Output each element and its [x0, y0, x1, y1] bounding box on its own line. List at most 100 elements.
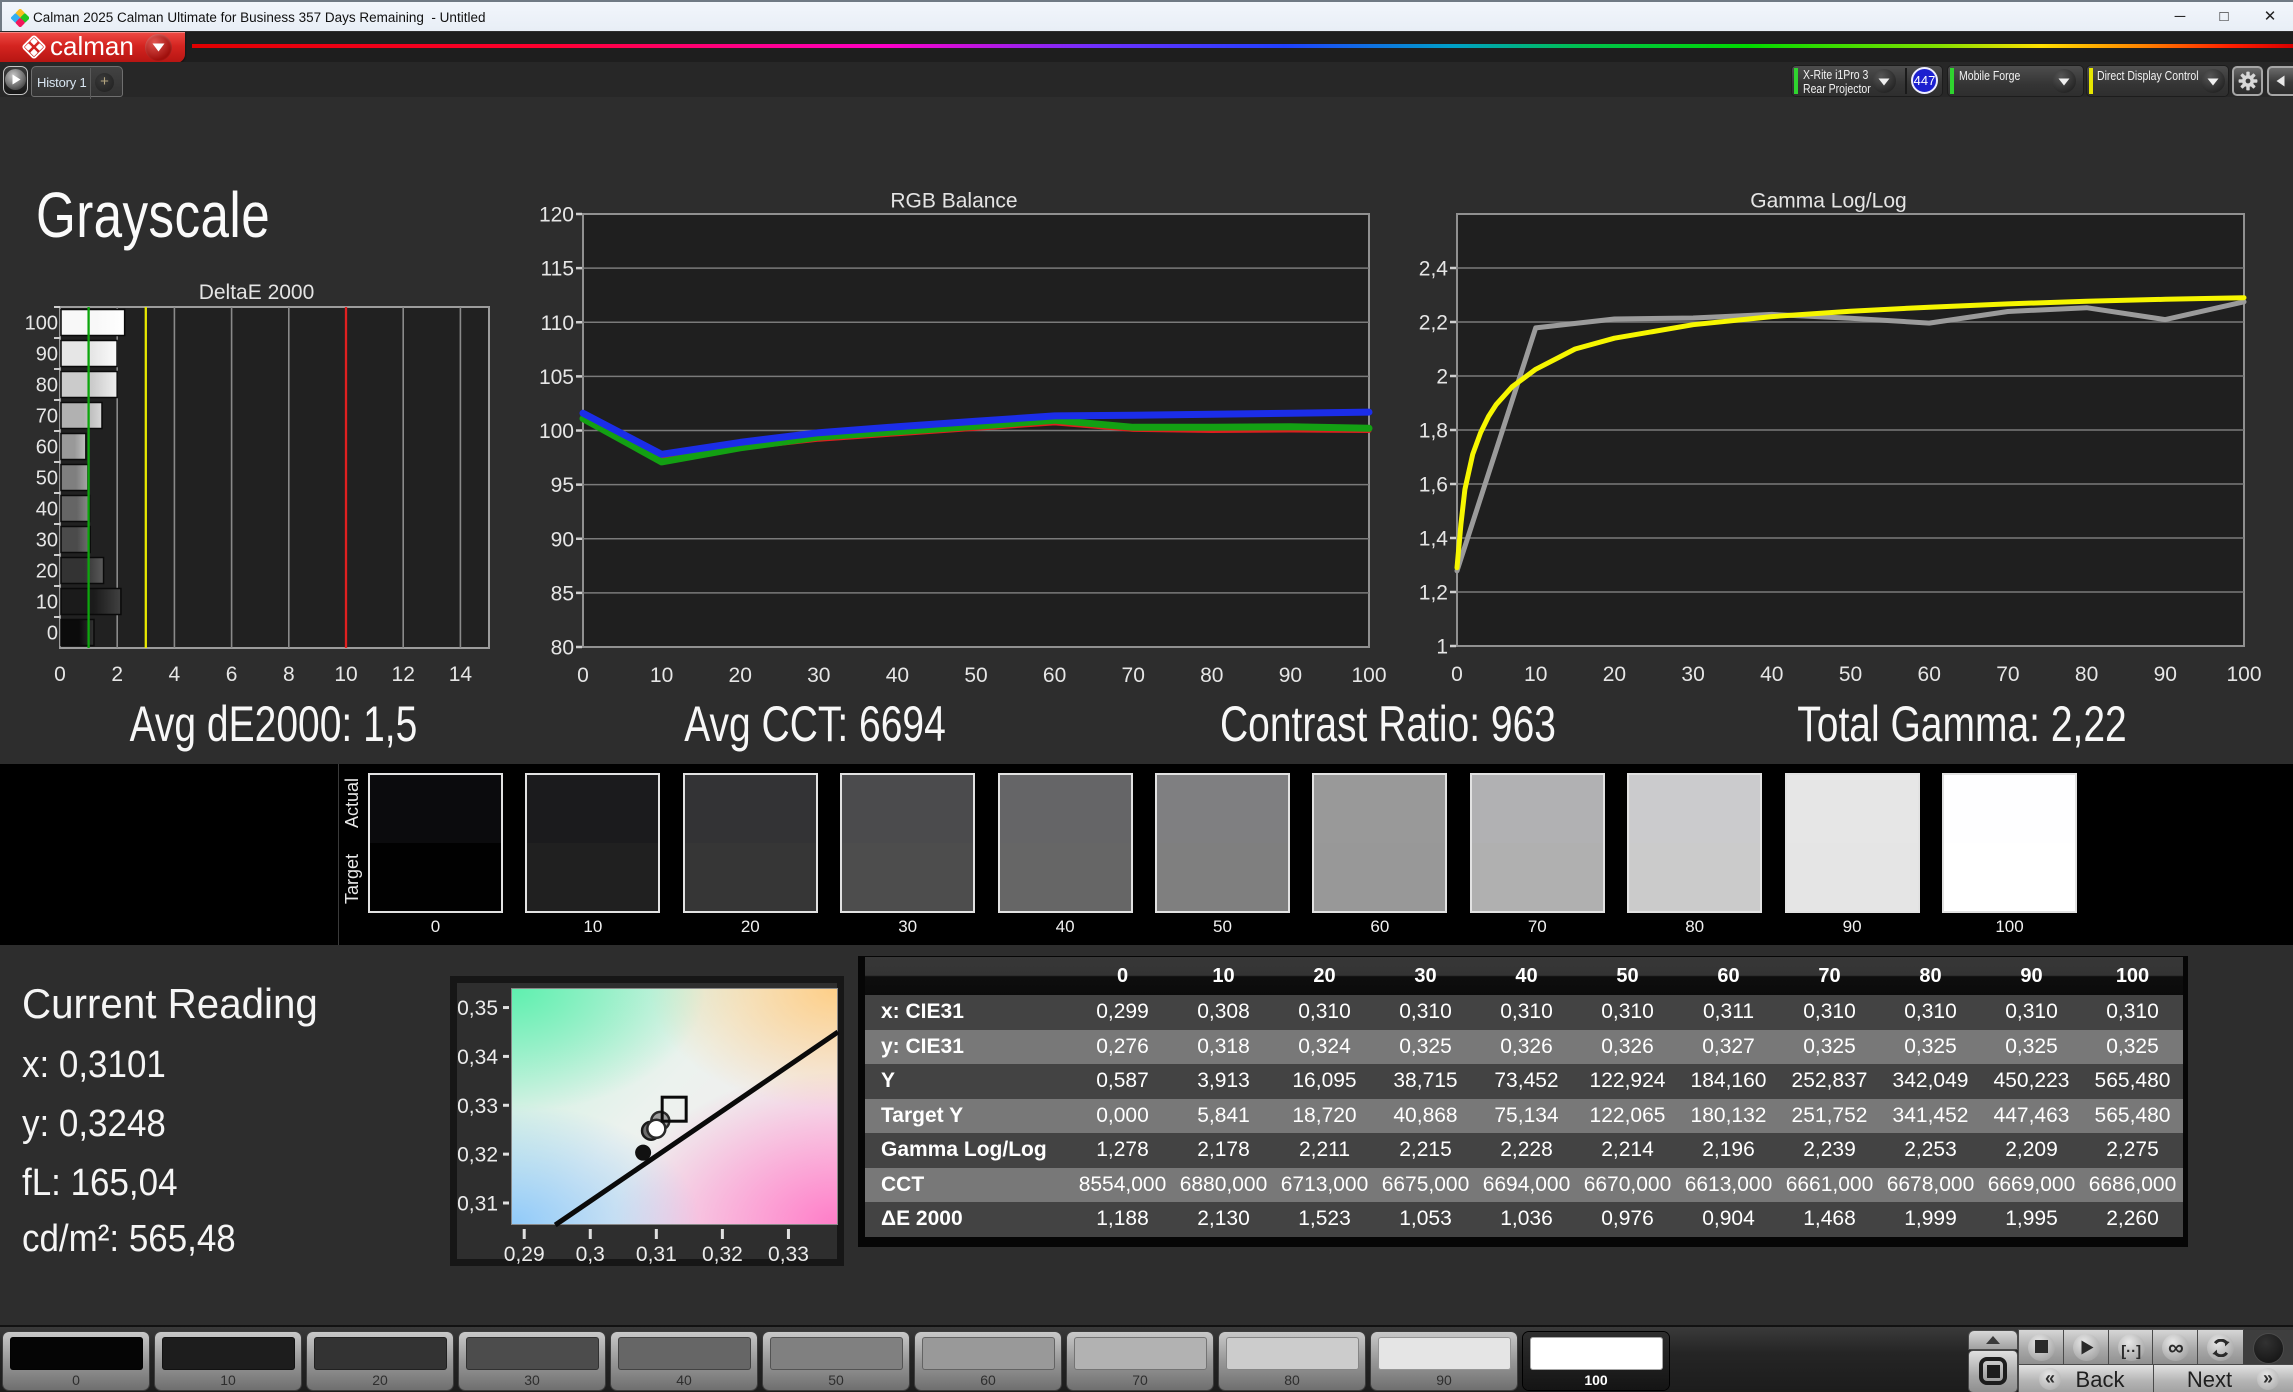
tick-label: 40	[36, 499, 58, 521]
source-dropdown[interactable]: Mobile Forge	[1948, 66, 2083, 96]
tick-label: 0,33	[457, 1095, 498, 1118]
reading-line-0: x: 0,3101	[22, 1044, 166, 1086]
tick-label: 100	[25, 313, 58, 335]
meter-line2: Rear Projector	[1803, 82, 1871, 96]
swatch-target-half	[842, 843, 974, 911]
tick-label: 100	[539, 420, 574, 443]
table-col-header-50: 50	[1577, 957, 1678, 995]
deltae-chart-svg: DeltaE 2000 0 10 20 30 40 50 60 70 80 90 100 0 2 4 6 8 10…	[25, 281, 490, 686]
meter-badge-divider	[1905, 68, 1907, 94]
deltae-bar-30	[60, 525, 91, 554]
play-button[interactable]	[2063, 1330, 2109, 1366]
level-button-20[interactable]: 20	[307, 1332, 453, 1390]
settings-button[interactable]	[2232, 66, 2263, 96]
swatch-level-label: 30	[898, 917, 918, 936]
table-cell: 184,160	[1678, 1064, 1779, 1099]
swatch-70	[1469, 773, 1605, 913]
level-patch	[922, 1337, 1055, 1370]
calman-menu-button[interactable]: calman	[0, 32, 185, 63]
next-button[interactable]: Next »	[2154, 1365, 2293, 1392]
chevron-down-icon	[2058, 78, 2070, 86]
level-button-60[interactable]: 60	[915, 1332, 1061, 1390]
level-button-30[interactable]: 30	[459, 1332, 605, 1390]
add-tab-button[interactable]: +	[95, 73, 114, 92]
chart-title: RGB Balance	[890, 190, 1017, 213]
table-cell: 6694,000	[1476, 1167, 1577, 1202]
stop-button[interactable]	[2019, 1330, 2064, 1366]
current-reading-title: Current Reading	[22, 980, 318, 1027]
tick-label: 4	[169, 663, 181, 686]
target-row-label: Target	[342, 853, 362, 905]
tick-label: 90	[2154, 663, 2177, 686]
tick-label: 100	[1351, 664, 1386, 687]
tick-label: 115	[541, 258, 574, 281]
maximize-button[interactable]: □	[2202, 2, 2246, 33]
table-cell: 40,868	[1375, 1098, 1476, 1133]
back-button[interactable]: «Back	[2019, 1365, 2153, 1392]
infinity-button[interactable]: ∞	[2153, 1330, 2199, 1366]
display-dropdown[interactable]: Direct Display Control	[2087, 66, 2228, 96]
refresh-icon	[2212, 1339, 2230, 1357]
collapse-toolbar-button[interactable]	[1969, 1331, 2017, 1349]
minimize-button[interactable]: ─	[2158, 2, 2202, 33]
source-dropdown-arrow[interactable]	[2052, 69, 2076, 93]
table-cell: 0,327	[1678, 1029, 1779, 1064]
tab-history-1[interactable]: History 1 +	[31, 66, 123, 99]
table-cell: 565,480	[2082, 1098, 2183, 1133]
refresh-button[interactable]	[2198, 1330, 2244, 1366]
collapse-panel-button[interactable]	[2267, 66, 2293, 96]
infinity-button-circle: ∞	[2162, 1334, 2190, 1361]
level-button-10[interactable]: 10	[155, 1332, 301, 1390]
meter-dropdown[interactable]: X-Rite i1Pro 3 Rear Projector 447	[1792, 66, 1942, 96]
table-col-header-70: 70	[1779, 957, 1880, 995]
level-button-40[interactable]: 40	[611, 1332, 757, 1390]
tick-label: 70	[36, 406, 58, 428]
bracket-button-circle: [··]	[2117, 1334, 2145, 1361]
stop-button-circle	[2028, 1334, 2055, 1361]
table-cell: 1,036	[1476, 1202, 1577, 1237]
table-cell: 0,326	[1577, 1029, 1678, 1064]
meter-dropdown-arrow[interactable]	[1872, 69, 1896, 93]
calman-menu-arrow[interactable]	[145, 34, 172, 61]
table-cell: 2,130	[1173, 1202, 1274, 1237]
table-cell: 2,211	[1274, 1133, 1375, 1168]
level-button-100[interactable]: 100	[1523, 1332, 1669, 1390]
table-cell: 447,463	[1981, 1098, 2082, 1133]
table-corner-cell	[865, 957, 1072, 995]
pattern-window-button[interactable]	[1969, 1351, 2017, 1392]
deltae-bar-50	[60, 463, 89, 492]
display-dropdown-arrow[interactable]	[2201, 69, 2225, 93]
bracket-button[interactable]: [··]	[2108, 1330, 2154, 1366]
table-cell: 0,587	[1072, 1064, 1173, 1099]
table-cell: 2,260	[2082, 1202, 2183, 1237]
swatch-actual-half	[1786, 775, 1918, 843]
tick-label: 0,31	[457, 1193, 498, 1216]
meter-reading-count-badge[interactable]: 447	[1911, 67, 1938, 94]
table-cell: 0,325	[2082, 1029, 2183, 1064]
tick-label: 50	[964, 664, 987, 687]
refresh-button-circle	[2207, 1334, 2235, 1361]
level-button-80[interactable]: 80	[1219, 1332, 1365, 1390]
close-button[interactable]: ✕	[2248, 2, 2292, 33]
gear-icon	[2238, 71, 2258, 91]
swatch-actual-half	[1157, 775, 1288, 843]
tick-label: 0,32	[702, 1243, 743, 1266]
table-cell: 2,215	[1375, 1133, 1476, 1168]
level-button-90[interactable]: 90	[1371, 1332, 1517, 1390]
tick-label: 0	[1451, 663, 1463, 686]
table-row-label: ΔE 2000	[865, 1202, 1072, 1237]
level-button-0[interactable]: 0	[3, 1332, 149, 1390]
swatch-target-half	[1786, 843, 1918, 911]
level-button-50[interactable]: 50	[763, 1332, 909, 1390]
level-button-70[interactable]: 70	[1067, 1332, 1213, 1390]
table-cell: 1,468	[1779, 1202, 1880, 1237]
table-cell: 122,924	[1577, 1064, 1678, 1099]
table-cell: 0,299	[1072, 995, 1173, 1030]
table-row-label: CCT	[865, 1167, 1072, 1202]
tab-scroll-button[interactable]	[3, 66, 28, 95]
table-row: CCT 8554,000 6880,000 6713,000 6675,000 6694,…	[865, 1167, 2183, 1202]
tab-bar: History 1 + X-Rite i1Pro 3 Rear Projecto…	[0, 62, 2293, 99]
gamma-svg: Gamma Log/Log 1 1,2 1,4 1,6 1,8 2 2,2 2,4 0 10 20 30…	[1419, 190, 2262, 687]
table-cell: 341,452	[1880, 1098, 1981, 1133]
title-bar: Calman 2025 Calman Ultimate for Business…	[0, 0, 2293, 31]
